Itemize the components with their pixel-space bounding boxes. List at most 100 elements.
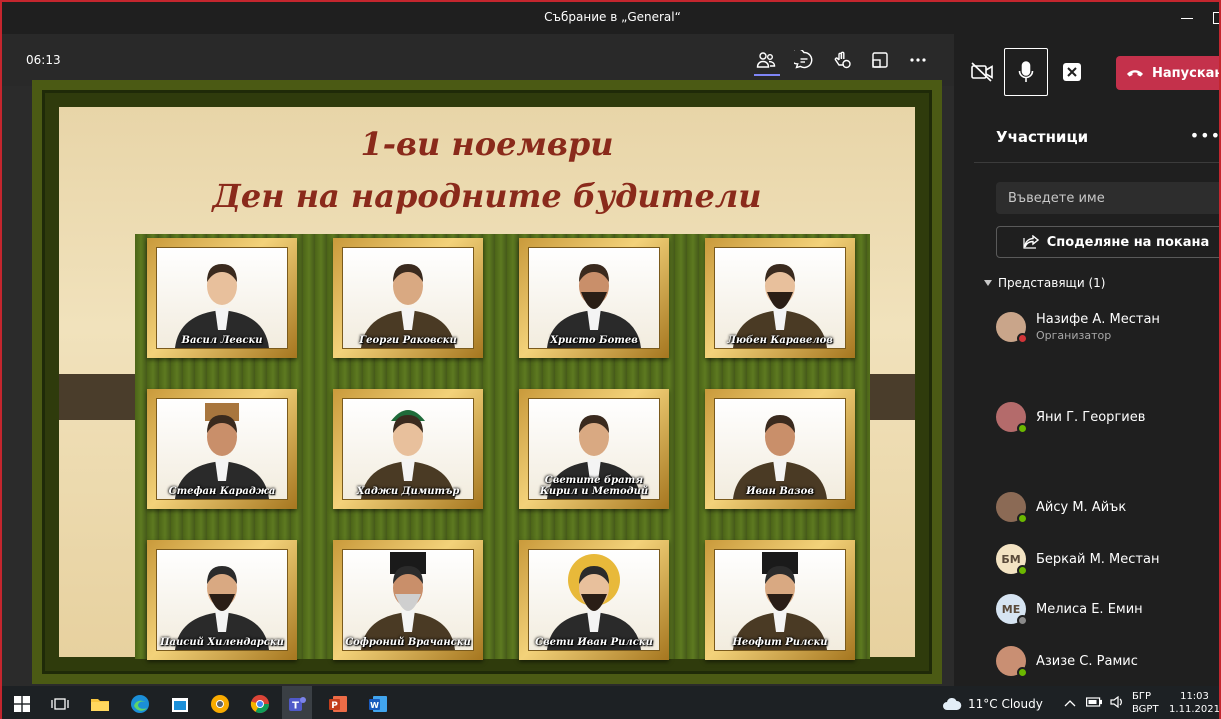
avatar [996,402,1028,434]
portrait-illustration [175,566,269,650]
avatar: МЕ [996,594,1028,626]
chevron-up-icon[interactable] [1064,696,1076,710]
panel-more-icon[interactable]: ••• [1190,126,1219,145]
presence-status-icon [1017,615,1028,626]
microphone-button[interactable] [1004,48,1048,96]
more-actions-icon[interactable] [906,48,930,72]
participant-role: Организатор [1036,329,1112,342]
portrait-illustration [733,264,827,348]
title-bar: Събрание в „General“ [2,2,1219,34]
participant-item[interactable]: Яни Г. Георгиев [996,402,1146,434]
portrait-illustration [175,403,269,499]
chrome-canary-icon[interactable] [208,692,232,716]
portrait-illustration [175,264,269,348]
share-tray-button[interactable] [1050,48,1094,96]
share-invite-button[interactable]: Споделяне на покана [996,226,1219,258]
portrait-illustration [547,554,641,650]
minimize-icon[interactable] [1181,18,1193,19]
teams-meeting-window: Събрание в „General“ 06:13 Напуска 1-ви … [0,0,1221,719]
svg-text:T: T [292,701,299,712]
input-language-indicator[interactable]: БГР BGPT [1132,690,1159,716]
portrait-frame: Неофит Рилски [705,540,855,660]
camera-off-icon [971,62,993,82]
portrait-caption: Светите братя Кирил и Методий [539,475,649,497]
participant-item[interactable]: Айсу М. Айък [996,492,1127,524]
powerpoint-icon[interactable]: P [326,692,350,716]
meeting-toolbar: 06:13 [2,34,954,86]
participant-item[interactable]: Азизе С. Рамис [996,646,1138,678]
presence-status-icon [1017,565,1028,576]
hang-up-icon [1127,70,1143,77]
windows-start-icon[interactable] [10,692,34,716]
slide-title-date: 1-ви ноември [360,125,614,163]
presence-status-icon [1017,333,1028,344]
portrait-caption: Хаджи Димитър [356,486,460,497]
participant-item[interactable]: МЕ Мелиса Е. Емин [996,594,1143,626]
portrait-frame: Свети Иван Рилски [519,540,669,660]
system-clock[interactable]: 11:03 1.11.2021 г. [1166,690,1219,719]
participant-name: Айсу М. Айък [1036,499,1127,515]
microphone-icon [1018,61,1034,82]
maximize-icon[interactable] [1213,12,1219,24]
chrome-icon[interactable] [248,692,272,716]
share-icon [1023,235,1039,249]
svg-text:P: P [331,701,338,711]
avatar: БМ [996,544,1028,576]
cloud-icon [943,697,962,710]
portrait-frame: Софроний Врачански [333,540,483,660]
battery-icon[interactable] [1086,696,1103,710]
chevron-down-icon [984,280,992,286]
participant-search-input[interactable]: Въведете име [996,182,1219,214]
portrait-illustration [733,552,827,650]
presentation-slide: 1-ви ноември Ден на народните будители В… [32,80,942,684]
presence-status-icon [1017,513,1028,524]
participant-item[interactable]: БМ Беркай М. Местан [996,544,1159,576]
camera-off-button[interactable] [960,48,1004,96]
volume-icon[interactable] [1110,695,1124,711]
reactions-icon[interactable] [830,48,854,72]
close-share-icon [1063,63,1081,81]
leave-button[interactable]: Напускане [1116,56,1219,90]
portrait-caption: Любен Каравелов [727,335,833,346]
store-app-icon[interactable] [168,692,192,716]
presence-status-icon [1017,423,1028,434]
presence-status-icon [1017,667,1028,678]
portrait-illustration [361,264,455,348]
weather-text: 11°C Cloudy [968,697,1043,711]
portrait-grid: Васил Левски Георги Раковски Христо Ботев Л… [135,234,870,660]
edge-browser-icon[interactable] [128,692,152,716]
teams-icon[interactable]: T [285,692,309,716]
portrait-frame: Паисий Хилендарски [147,540,297,660]
portrait-frame: Хаджи Димитър [333,389,483,509]
portrait-caption: Паисий Хилендарски [160,637,284,648]
windows-taskbar: T P W 11°C Cloudy БГР BGPT 11:03 1.11.20… [2,686,1219,719]
portrait-frame: Иван Вазов [705,389,855,509]
participant-item[interactable]: Назифе А. Местан Организатор [996,312,1160,344]
portrait-illustration [547,264,641,348]
participant-name: Азизе С. Рамис [1036,653,1138,669]
weather-widget[interactable]: 11°C Cloudy [942,697,1043,711]
presenters-section-toggle[interactable]: Представящи (1) [984,276,1105,290]
portrait-frame: Георги Раковски [333,238,483,358]
avatar [996,492,1028,524]
breakout-rooms-icon[interactable] [868,48,892,72]
participant-name: Назифе А. Местан [1036,312,1160,327]
portrait-illustration [361,410,455,499]
portrait-frame: Христо Ботев [519,238,669,358]
portrait-frame: Стефан Караджа [147,389,297,509]
portrait-caption: Стефан Караджа [168,486,276,497]
task-view-icon[interactable] [48,692,72,716]
portrait-frame: Светите братя Кирил и Методий [519,389,669,509]
file-explorer-icon[interactable] [88,692,112,716]
chat-icon[interactable] [792,48,816,72]
portrait-caption: Свети Иван Рилски [535,637,653,648]
avatar [996,646,1028,678]
participant-name: Яни Г. Георгиев [1036,409,1146,425]
word-icon[interactable]: W [366,692,390,716]
portrait-illustration [361,552,455,650]
portrait-illustration [733,415,827,499]
call-controls: Напускане [954,34,1219,102]
portrait-caption: Васил Левски [181,335,263,346]
portrait-caption: Христо Ботев [550,335,638,346]
participants-icon[interactable] [754,48,778,72]
